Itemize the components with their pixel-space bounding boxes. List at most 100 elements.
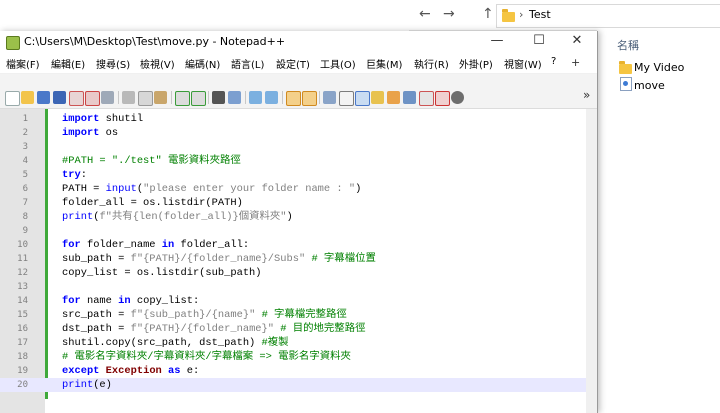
code-line[interactable]: 16 dst_path = f"{PATH}/{folder_name}" # 目…: [0, 322, 586, 336]
back-arrow-icon[interactable]: ←: [419, 6, 431, 22]
menu-language[interactable]: 語言(L): [231, 56, 264, 71]
close-all-icon[interactable]: [85, 91, 100, 106]
code-line[interactable]: 13: [0, 280, 586, 294]
line-number: 9: [22, 226, 28, 236]
new-tab-plus-icon[interactable]: +: [571, 56, 580, 69]
line-number: 14: [17, 296, 28, 306]
code-line[interactable]: 17 shutil.copy(src_path, dst_path) #複製: [0, 336, 586, 350]
vertical-scrollbar[interactable]: [586, 109, 597, 413]
menu-run[interactable]: 執行(R): [414, 56, 449, 71]
document-map-icon[interactable]: [387, 91, 400, 104]
code-line[interactable]: 6 PATH = input("please enter your folder …: [0, 182, 586, 196]
menu-tools[interactable]: 工具(O): [320, 56, 356, 71]
up-arrow-icon[interactable]: ↑: [482, 6, 494, 22]
menu-view[interactable]: 檢視(V): [140, 56, 175, 71]
menu-plugins[interactable]: 外掛(P): [459, 56, 493, 71]
toolbar: »: [0, 74, 597, 109]
code-text: copy_list = os.listdir(sub_path): [62, 267, 262, 279]
menu-file[interactable]: 檔案(F): [6, 56, 40, 71]
line-number: 11: [17, 254, 28, 264]
code-line[interactable]: 19 except Exception as e:: [0, 364, 586, 378]
code-line[interactable]: 1 import shutil: [0, 112, 586, 126]
code-line[interactable]: 4 #PATH = "./test" 電影資料夾路徑: [0, 154, 586, 168]
zoom-out-icon[interactable]: [265, 91, 278, 104]
minimize-button[interactable]: —: [482, 33, 512, 48]
breadcrumb-folder[interactable]: Test: [529, 8, 551, 21]
word-wrap-icon[interactable]: [323, 91, 336, 104]
show-all-characters-icon[interactable]: [339, 91, 354, 106]
line-number: 17: [17, 338, 28, 348]
toolbar-divider: [245, 91, 246, 104]
code-line[interactable]: 7 folder_all = os.listdir(PATH): [0, 196, 586, 210]
record-macro-icon[interactable]: [451, 91, 464, 104]
address-bar[interactable]: › Test: [496, 4, 720, 28]
sync-vertical-icon[interactable]: [286, 91, 301, 106]
menu-encoding[interactable]: 編碼(N): [185, 56, 220, 71]
menu-search[interactable]: 搜尋(S): [96, 56, 130, 71]
new-file-icon[interactable]: [5, 91, 20, 106]
code-text: print(e): [62, 379, 112, 391]
code-text: import shutil: [62, 113, 144, 125]
save-icon[interactable]: [37, 91, 50, 104]
explorer-file-list: 名稱 My Video move: [597, 30, 720, 413]
code-line[interactable]: 9: [0, 224, 586, 238]
print-icon[interactable]: [101, 91, 114, 104]
copy-icon[interactable]: [138, 91, 153, 106]
code-line[interactable]: 3: [0, 140, 586, 154]
cut-icon[interactable]: [122, 91, 135, 104]
close-file-icon[interactable]: [69, 91, 84, 106]
folder-as-workspace-icon[interactable]: [419, 91, 434, 106]
menu-help[interactable]: ?: [551, 56, 556, 67]
open-file-icon[interactable]: [21, 91, 34, 104]
python-file-icon: [620, 77, 632, 91]
code-line[interactable]: 2 import os: [0, 126, 586, 140]
code-line[interactable]: 18 # 電影名字資料夾/字幕資料夾/字幕檔案 => 電影名字資料夾: [0, 350, 586, 364]
code-line[interactable]: 5 try:: [0, 168, 586, 182]
line-number: 18: [17, 352, 28, 362]
user-defined-language-icon[interactable]: [371, 91, 384, 104]
function-list-icon[interactable]: [403, 91, 416, 104]
code-line[interactable]: 20 print(e): [0, 378, 586, 392]
code-area[interactable]: 1 import shutil 2 import os 3 4 #PATH = "./tes…: [0, 109, 586, 413]
redo-icon[interactable]: [191, 91, 206, 106]
forward-arrow-icon[interactable]: →: [443, 6, 455, 22]
replace-icon[interactable]: [228, 91, 241, 104]
toolbar-overflow-chevron-icon[interactable]: »: [583, 88, 590, 102]
monitoring-icon[interactable]: [435, 91, 450, 106]
code-text: for folder_name in folder_all:: [62, 239, 250, 251]
find-icon[interactable]: [212, 91, 225, 104]
menu-settings[interactable]: 設定(T): [276, 56, 310, 71]
file-item-my-video[interactable]: My Video: [634, 61, 684, 74]
code-line[interactable]: 15 src_path = f"{sub_path}/{name}" # 字幕檔完…: [0, 308, 586, 322]
indent-guide-icon[interactable]: [355, 91, 370, 106]
menu-edit[interactable]: 編輯(E): [51, 56, 85, 71]
code-editor[interactable]: 1 import shutil 2 import os 3 4 #PATH = "./tes…: [0, 109, 597, 413]
code-line[interactable]: 14 for name in copy_list:: [0, 294, 586, 308]
toolbar-divider: [208, 91, 209, 104]
sync-horizontal-icon[interactable]: [302, 91, 317, 106]
toolbar-divider: [118, 91, 119, 104]
paste-icon[interactable]: [154, 91, 167, 104]
notepadpp-app-icon: [6, 36, 20, 50]
line-number: 10: [17, 240, 28, 250]
code-text: for name in copy_list:: [62, 295, 200, 307]
menu-macro[interactable]: 巨集(M): [366, 56, 402, 71]
code-text: shutil.copy(src_path, dst_path) #複製: [62, 337, 289, 349]
code-text: # 電影名字資料夾/字幕資料夾/字幕檔案 => 電影名字資料夾: [62, 351, 351, 363]
line-number: 3: [22, 142, 28, 152]
code-line[interactable]: 12 copy_list = os.listdir(sub_path): [0, 266, 586, 280]
zoom-in-icon[interactable]: [249, 91, 262, 104]
name-column-header[interactable]: 名稱: [617, 37, 639, 53]
breadcrumb-chevron-icon: ›: [519, 8, 524, 21]
undo-icon[interactable]: [175, 91, 190, 106]
code-line[interactable]: 11 sub_path = f"{PATH}/{folder_name}/Subs…: [0, 252, 586, 266]
code-line[interactable]: 8 print(f"共有{len(folder_all)}個資料夾"): [0, 210, 586, 224]
code-text: folder_all = os.listdir(PATH): [62, 197, 243, 209]
menu-window[interactable]: 視窗(W): [504, 56, 542, 71]
file-item-move[interactable]: move: [634, 79, 665, 92]
save-all-icon[interactable]: [53, 91, 66, 104]
line-number: 13: [17, 282, 28, 292]
maximize-button[interactable]: ☐: [524, 33, 554, 48]
close-button[interactable]: ✕: [562, 33, 592, 48]
code-line[interactable]: 10 for folder_name in folder_all:: [0, 238, 586, 252]
